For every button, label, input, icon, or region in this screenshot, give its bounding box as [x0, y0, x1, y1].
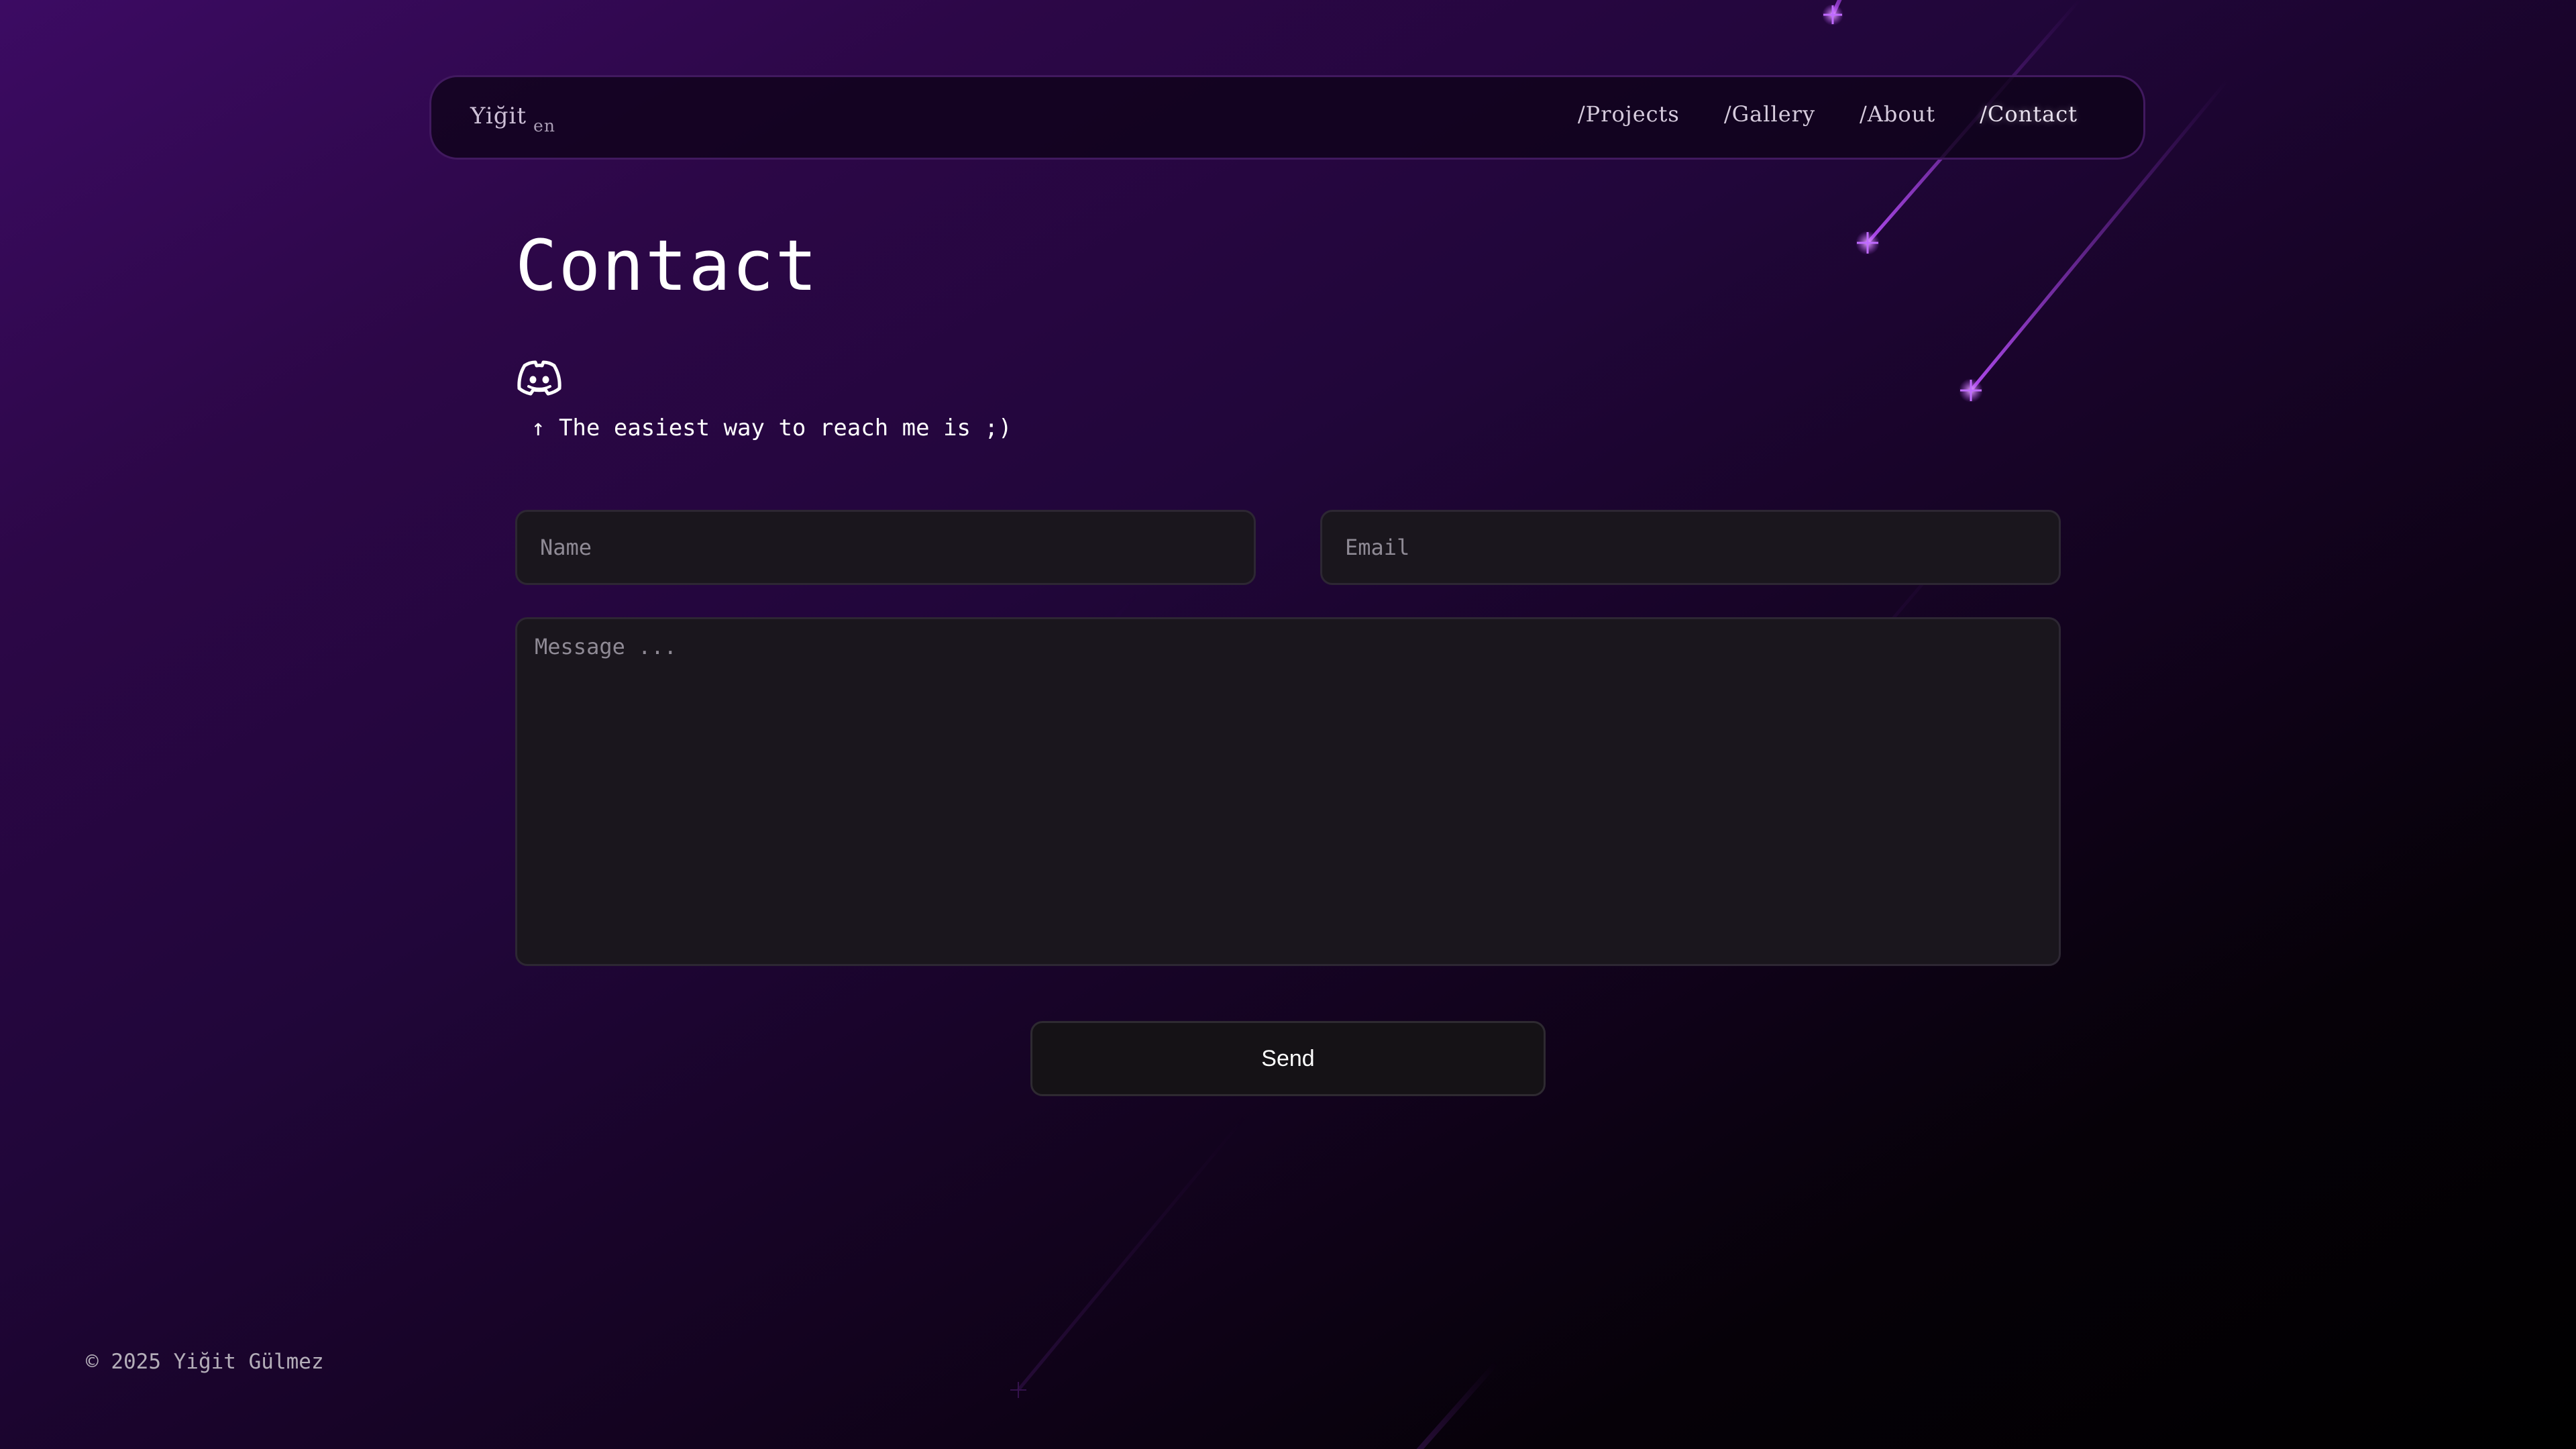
shooting-star	[1010, 1112, 1249, 1398]
shooting-star	[1416, 1360, 1499, 1449]
email-input[interactable]	[1320, 510, 2061, 585]
nav-link-about[interactable]: /About	[1860, 101, 1935, 127]
main-nav: /Projects /Gallery /About /Contact	[1578, 101, 2078, 127]
message-textarea[interactable]	[515, 617, 2061, 966]
language-switch[interactable]: en	[533, 116, 555, 136]
discord-icon[interactable]	[515, 359, 564, 398]
brand-name: Yiğit	[470, 103, 527, 129]
nav-link-projects[interactable]: /Projects	[1578, 101, 1680, 127]
nav-link-contact[interactable]: /Contact	[1980, 101, 2078, 127]
shooting-star	[1822, 0, 1843, 25]
footer-copyright: © 2025 Yiğit Gülmez	[86, 1350, 324, 1374]
contact-hint: ↑ The easiest way to reach me is ;)	[531, 415, 1012, 441]
page-title: Contact	[515, 225, 819, 307]
send-button[interactable]: Send	[1030, 1021, 1546, 1096]
name-input[interactable]	[515, 510, 1256, 585]
site-logo[interactable]: Yiğit en	[470, 103, 555, 136]
top-navigation-bar: Yiğit en /Projects /Gallery /About /Conta…	[429, 75, 2145, 160]
nav-link-gallery[interactable]: /Gallery	[1724, 101, 1815, 127]
